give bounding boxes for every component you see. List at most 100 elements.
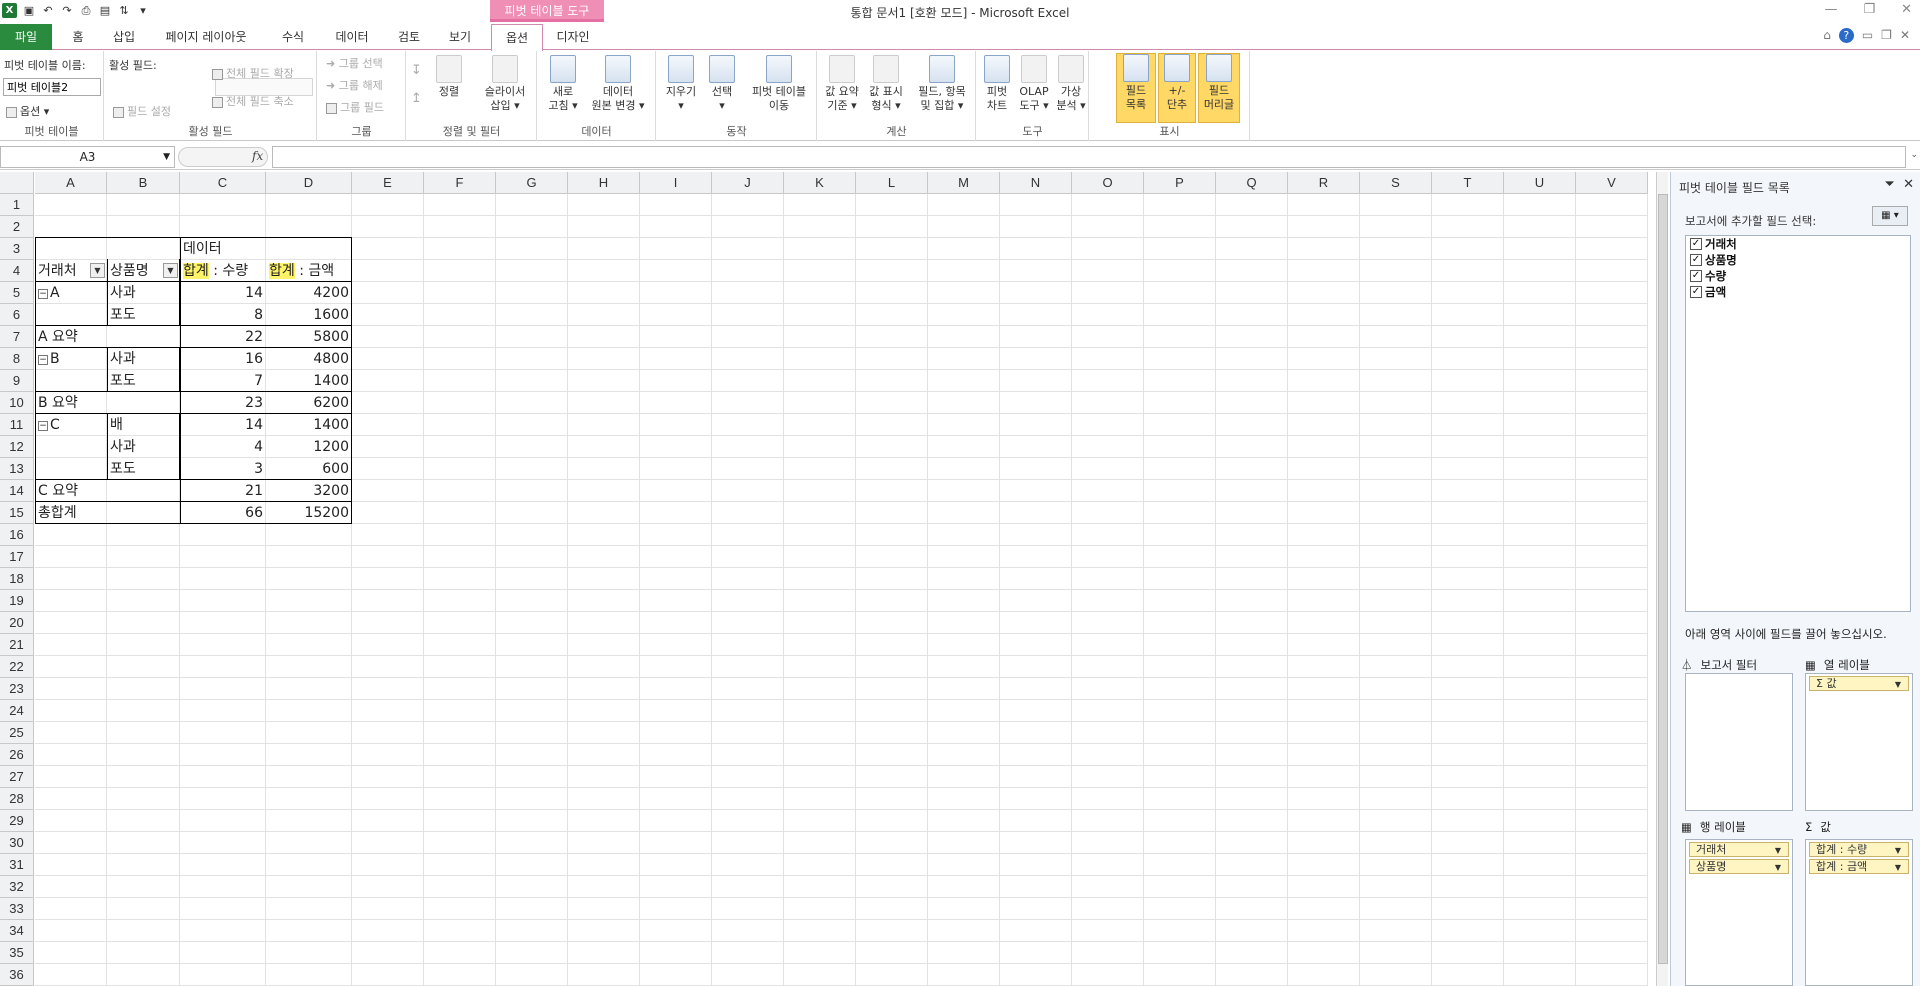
formula-input[interactable] bbox=[272, 146, 1906, 168]
pivot-row-label[interactable]: 총합계 bbox=[35, 502, 107, 524]
collapse-icon[interactable]: − bbox=[38, 355, 48, 365]
column-header[interactable]: S bbox=[1360, 172, 1432, 194]
clear-button[interactable]: 지우기 ▾ bbox=[661, 55, 701, 113]
row-header[interactable]: 5 bbox=[0, 282, 34, 304]
row-header[interactable]: 21 bbox=[0, 634, 34, 656]
row-header[interactable]: 7 bbox=[0, 326, 34, 348]
row-header[interactable]: 28 bbox=[0, 788, 34, 810]
field-item[interactable]: ✓ 상품명 bbox=[1686, 252, 1910, 268]
column-header[interactable]: B bbox=[107, 172, 180, 194]
pivot-amount-value[interactable]: 1400 bbox=[266, 370, 352, 392]
pivot-product-label[interactable] bbox=[107, 326, 180, 348]
row-header[interactable]: 9 bbox=[0, 370, 34, 392]
row-header[interactable]: 4 bbox=[0, 260, 34, 282]
row-header[interactable]: 1 bbox=[0, 194, 34, 216]
expand-field-button[interactable]: 전체 필드 확장 bbox=[212, 65, 294, 81]
row-header[interactable]: 17 bbox=[0, 546, 34, 568]
column-header[interactable]: D bbox=[266, 172, 352, 194]
sort-button[interactable]: 정렬 bbox=[431, 55, 467, 99]
pivottable-name-input[interactable] bbox=[3, 78, 101, 96]
chevron-down-icon[interactable]: ▼ bbox=[1895, 678, 1901, 691]
panel-menu-icon[interactable]: ⏷ bbox=[1884, 177, 1894, 192]
undo-icon[interactable]: ↶ bbox=[41, 4, 55, 18]
plus-minus-buttons[interactable]: +/- 단추 bbox=[1158, 53, 1196, 123]
row-header[interactable]: 8 bbox=[0, 348, 34, 370]
field-item[interactable]: ✓ 금액 bbox=[1686, 284, 1910, 300]
pivot-qty-value[interactable]: 4 bbox=[180, 436, 266, 458]
column-header[interactable]: K bbox=[784, 172, 856, 194]
row-header[interactable]: 16 bbox=[0, 524, 34, 546]
sort-za-icon[interactable]: ↥ bbox=[411, 91, 422, 106]
tab-file[interactable]: 파일 bbox=[0, 24, 52, 50]
save-icon[interactable]: ▣ bbox=[22, 4, 36, 18]
collapse-icon[interactable]: − bbox=[38, 421, 48, 431]
pivot-amount-value[interactable]: 600 bbox=[266, 458, 352, 480]
filter-dropdown-icon[interactable]: ▼ bbox=[90, 263, 105, 278]
field-item[interactable]: ✓ 수량 bbox=[1686, 268, 1910, 284]
field-checkbox[interactable]: ✓ bbox=[1690, 270, 1702, 282]
insert-function-icon[interactable]: fx bbox=[252, 149, 263, 163]
pivot-row-label[interactable] bbox=[35, 436, 107, 458]
report-filter-zone[interactable] bbox=[1685, 673, 1793, 811]
column-header[interactable]: T bbox=[1432, 172, 1504, 194]
column-header[interactable]: P bbox=[1144, 172, 1216, 194]
preview-icon[interactable]: ▤ bbox=[98, 4, 112, 18]
pivot-amount-value[interactable]: 6200 bbox=[266, 392, 352, 414]
field-settings-button[interactable]: 필드 설정 bbox=[113, 103, 171, 119]
row-header[interactable]: 22 bbox=[0, 656, 34, 678]
group-selection-button[interactable]: ➜ 그룹 선택 bbox=[326, 55, 383, 71]
change-source-button[interactable]: 데이터 원본 변경 ▾ bbox=[586, 55, 650, 113]
pivot-value-header-amount[interactable]: 합계 : 금액 bbox=[266, 260, 352, 282]
pivot-row-label[interactable]: − B bbox=[35, 348, 107, 370]
column-header[interactable]: O bbox=[1072, 172, 1144, 194]
row-header[interactable]: 15 bbox=[0, 502, 34, 524]
collapse-icon[interactable]: − bbox=[38, 289, 48, 299]
select-all-corner[interactable] bbox=[0, 172, 34, 194]
pivot-qty-value[interactable]: 22 bbox=[180, 326, 266, 348]
panel-close-icon[interactable]: ✕ bbox=[1903, 177, 1914, 192]
field-item[interactable]: ✓ 거래처 bbox=[1686, 236, 1910, 252]
column-header[interactable]: I bbox=[640, 172, 712, 194]
column-header[interactable]: U bbox=[1504, 172, 1576, 194]
pivot-qty-value[interactable]: 23 bbox=[180, 392, 266, 414]
pivot-qty-value[interactable]: 14 bbox=[180, 282, 266, 304]
pivot-product-label[interactable]: 배 bbox=[107, 414, 180, 436]
column-header[interactable]: N bbox=[1000, 172, 1072, 194]
show-values-as-button[interactable]: 값 표시 형식 ▾ bbox=[866, 55, 906, 113]
column-header[interactable]: L bbox=[856, 172, 928, 194]
row-header[interactable]: 34 bbox=[0, 920, 34, 942]
pivot-amount-value[interactable]: 1600 bbox=[266, 304, 352, 326]
vertical-scrollbar[interactable] bbox=[1656, 172, 1668, 986]
zone-field-pill[interactable]: Σ 값 ▼ bbox=[1809, 676, 1909, 691]
chevron-down-icon[interactable]: ▼ bbox=[1895, 861, 1901, 874]
row-header[interactable]: 10 bbox=[0, 392, 34, 414]
column-header[interactable]: G bbox=[496, 172, 568, 194]
print-icon[interactable]: ⎙ bbox=[79, 4, 93, 18]
fields-items-sets-button[interactable]: 필드, 항목 및 집합 ▾ bbox=[912, 55, 972, 113]
row-header[interactable]: 29 bbox=[0, 810, 34, 832]
pivot-row-label[interactable]: C 요약 bbox=[35, 480, 107, 502]
column-header[interactable]: Q bbox=[1216, 172, 1288, 194]
pivot-qty-value[interactable]: 16 bbox=[180, 348, 266, 370]
chevron-down-icon[interactable]: ▼ bbox=[1895, 844, 1901, 857]
excel-logo-icon[interactable]: X bbox=[2, 3, 17, 18]
tab-options[interactable]: 옵션 bbox=[491, 24, 543, 51]
tab-home[interactable]: 홈 bbox=[60, 24, 96, 50]
row-header[interactable]: 13 bbox=[0, 458, 34, 480]
chevron-down-icon[interactable]: ▼ bbox=[1775, 844, 1781, 857]
doc-restore-icon[interactable]: ❐ bbox=[1881, 28, 1892, 43]
pivot-amount-value[interactable]: 4200 bbox=[266, 282, 352, 304]
zone-field-pill[interactable]: 거래처 ▼ bbox=[1689, 842, 1789, 857]
row-header[interactable]: 23 bbox=[0, 678, 34, 700]
row-header[interactable]: 35 bbox=[0, 942, 34, 964]
pivot-product-label[interactable] bbox=[107, 502, 180, 524]
row-header[interactable]: 27 bbox=[0, 766, 34, 788]
pivot-product-label[interactable]: 사과 bbox=[107, 348, 180, 370]
pivot-amount-value[interactable]: 15200 bbox=[266, 502, 352, 524]
pivot-row-label[interactable]: − A bbox=[35, 282, 107, 304]
tab-page-layout[interactable]: 페이지 레이아웃 bbox=[156, 24, 256, 50]
pivot-value-header-qty[interactable]: 합계 : 수량 bbox=[180, 260, 266, 282]
olap-tools-button[interactable]: OLAP 도구 ▾ bbox=[1017, 55, 1051, 113]
row-header[interactable]: 6 bbox=[0, 304, 34, 326]
layout-button[interactable]: ▦ ▾ bbox=[1872, 206, 1908, 226]
